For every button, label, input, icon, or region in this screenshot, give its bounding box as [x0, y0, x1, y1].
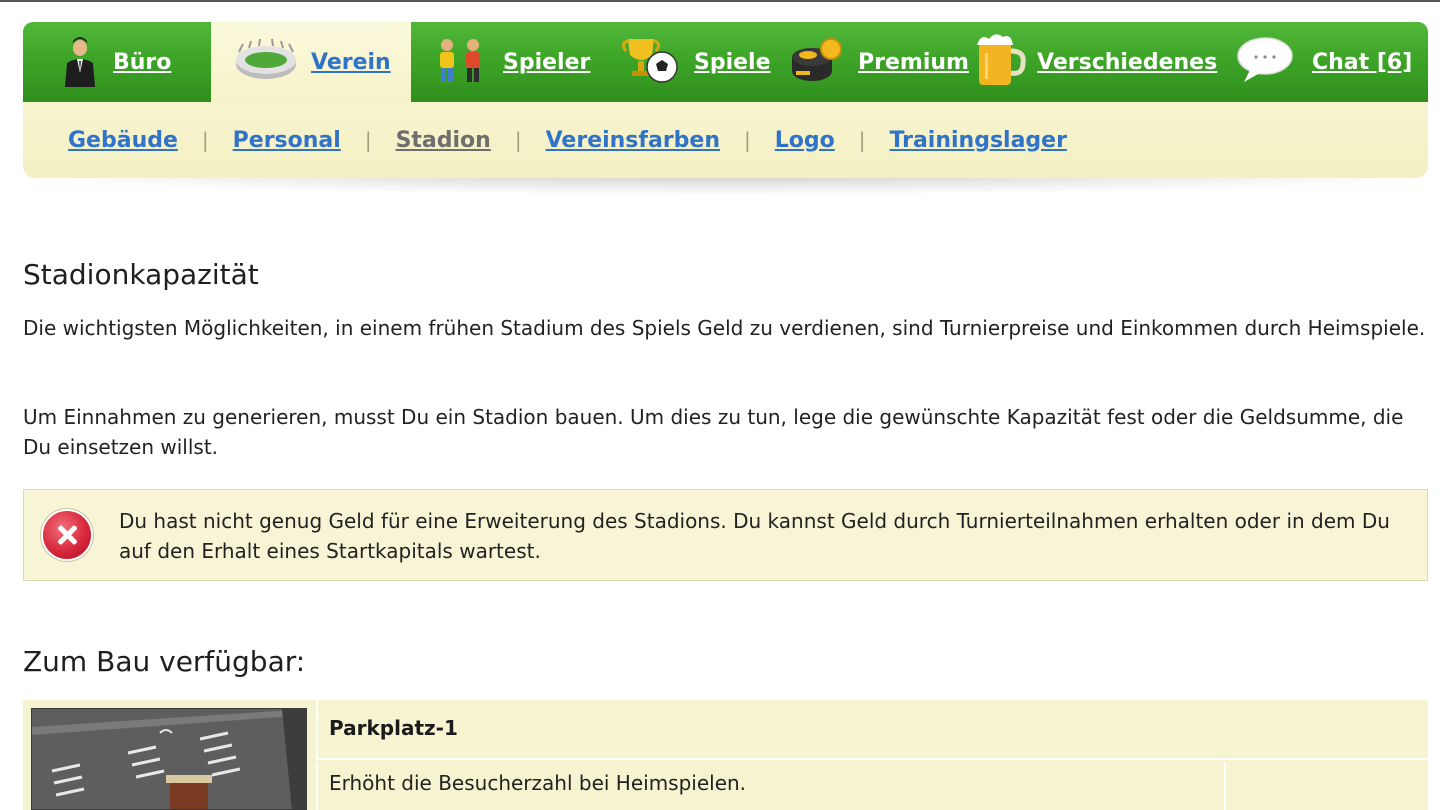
subnav-logo[interactable]: Logo [775, 128, 835, 153]
building-description-cell: Erhöht die Besucherzahl bei Heimspielen. [316, 762, 1226, 810]
subnav-separator: | [201, 128, 209, 152]
beer-icon [975, 31, 1027, 93]
players-icon [431, 36, 489, 88]
subnav-vereinsfarben[interactable]: Vereinsfarben [546, 128, 720, 153]
sub-navigation: Gebäude | Personal | Stadion | Vereinsfa… [68, 102, 1067, 178]
subnav-separator: | [858, 128, 866, 152]
page-title: Stadionkapazität [23, 258, 259, 291]
subnav-stadion[interactable]: Stadion [396, 128, 491, 153]
main-navigation: Büro Verein Spieler Spiele Premium Versc… [23, 22, 1428, 178]
tab-buero[interactable]: Büro [61, 22, 171, 102]
tab-verschiedenes[interactable]: Verschiedenes [975, 22, 1217, 102]
available-heading: Zum Bau verfügbar: [23, 645, 306, 678]
intro-paragraph: Die wichtigsten Möglichkeiten, in einem … [23, 316, 1426, 340]
building-title-row: Parkplatz-1 [316, 700, 1428, 760]
subnav-gebaeude[interactable]: Gebäude [68, 128, 178, 153]
tab-verschiedenes-label: Verschiedenes [1037, 49, 1218, 75]
tab-verein[interactable]: Verein [211, 22, 411, 102]
chat-bubble-icon [1236, 36, 1294, 88]
instruction-paragraph: Um Einnahmen zu generieren, musst Du ein… [23, 405, 1404, 459]
building-description: Erhöht die Besucherzahl bei Heimspielen. [329, 771, 747, 795]
parking-lot-image [31, 708, 307, 810]
tab-spieler[interactable]: Spieler [431, 22, 590, 102]
tab-buero-label: Büro [113, 49, 172, 75]
coins-icon [790, 37, 844, 87]
tab-verein-label: Verein [311, 49, 391, 75]
trophy-ball-icon [620, 35, 680, 89]
error-x-icon [41, 509, 93, 561]
tab-premium-label: Premium [858, 49, 969, 75]
top-border-line [0, 0, 1440, 2]
subnav-separator: | [364, 128, 372, 152]
stadium-icon [235, 38, 297, 86]
tab-spiele-label: Spiele [694, 49, 771, 75]
subnav-separator: | [514, 128, 522, 152]
subnav-trainingslager[interactable]: Trainingslager [890, 128, 1067, 153]
building-row: Parkplatz-1 Erhöht die Besucherzahl bei … [23, 700, 1428, 810]
tab-spiele[interactable]: Spiele [620, 22, 771, 102]
error-alert: Du hast nicht genug Geld für eine Erweit… [23, 489, 1428, 581]
error-alert-text: Du hast nicht genug Geld für eine Erweit… [119, 509, 1390, 563]
tab-premium[interactable]: Premium [790, 22, 969, 102]
tab-chat[interactable]: Chat [6] [1236, 22, 1412, 102]
manager-icon [61, 33, 99, 91]
tab-chat-label: Chat [6] [1312, 49, 1413, 75]
subnav-separator: | [744, 128, 751, 152]
tab-spieler-label: Spieler [503, 49, 591, 75]
subnav-personal[interactable]: Personal [233, 128, 341, 153]
building-title: Parkplatz-1 [329, 716, 458, 740]
